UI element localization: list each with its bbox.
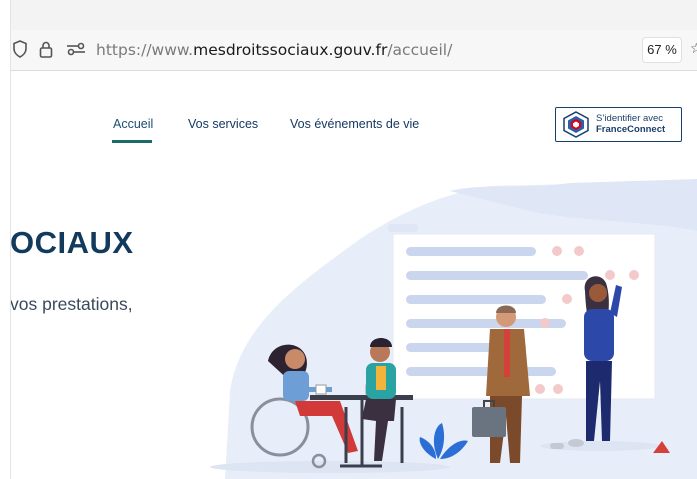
nav-item-accueil[interactable]: Accueil	[113, 117, 153, 131]
franceconnect-button[interactable]: S’identifier avec FranceConnect	[555, 107, 682, 142]
nav-item-vos-evenements-de-vie[interactable]: Vos événements de vie	[290, 117, 419, 131]
franceconnect-line2: FranceConnect	[596, 124, 666, 135]
franceconnect-logo-icon	[562, 111, 590, 143]
franceconnect-label: S’identifier avec FranceConnect	[596, 113, 665, 135]
web-page: Accueil Vos services Vos événements de v…	[10, 71, 697, 479]
url-domain: mesdroitssociaux.gouv.fr	[193, 41, 388, 59]
zoom-level-button[interactable]: 67 %	[642, 37, 682, 63]
franceconnect-line1: S’identifier avec	[596, 113, 664, 124]
url-text[interactable]: https://www.mesdroitssociaux.gouv.fr/acc…	[96, 41, 452, 59]
url-prefix: https://www.	[96, 41, 194, 59]
permissions-icon[interactable]	[66, 42, 86, 61]
shield-icon[interactable]	[12, 40, 28, 63]
nav-active-indicator	[112, 140, 152, 143]
url-path: /accueil/	[387, 41, 453, 59]
hero-headline: OCIAUX	[10, 225, 134, 260]
hero-subline: vos prestations,	[10, 294, 133, 314]
address-bar[interactable]: https://www.mesdroitssociaux.gouv.fr/acc…	[10, 30, 697, 71]
nav-item-vos-services[interactable]: Vos services	[188, 117, 258, 131]
lock-icon[interactable]	[38, 40, 54, 63]
browser-tab-strip	[0, 0, 697, 30]
window-left-edge	[0, 0, 11, 479]
favorite-star-icon[interactable]: ☆	[690, 40, 697, 57]
